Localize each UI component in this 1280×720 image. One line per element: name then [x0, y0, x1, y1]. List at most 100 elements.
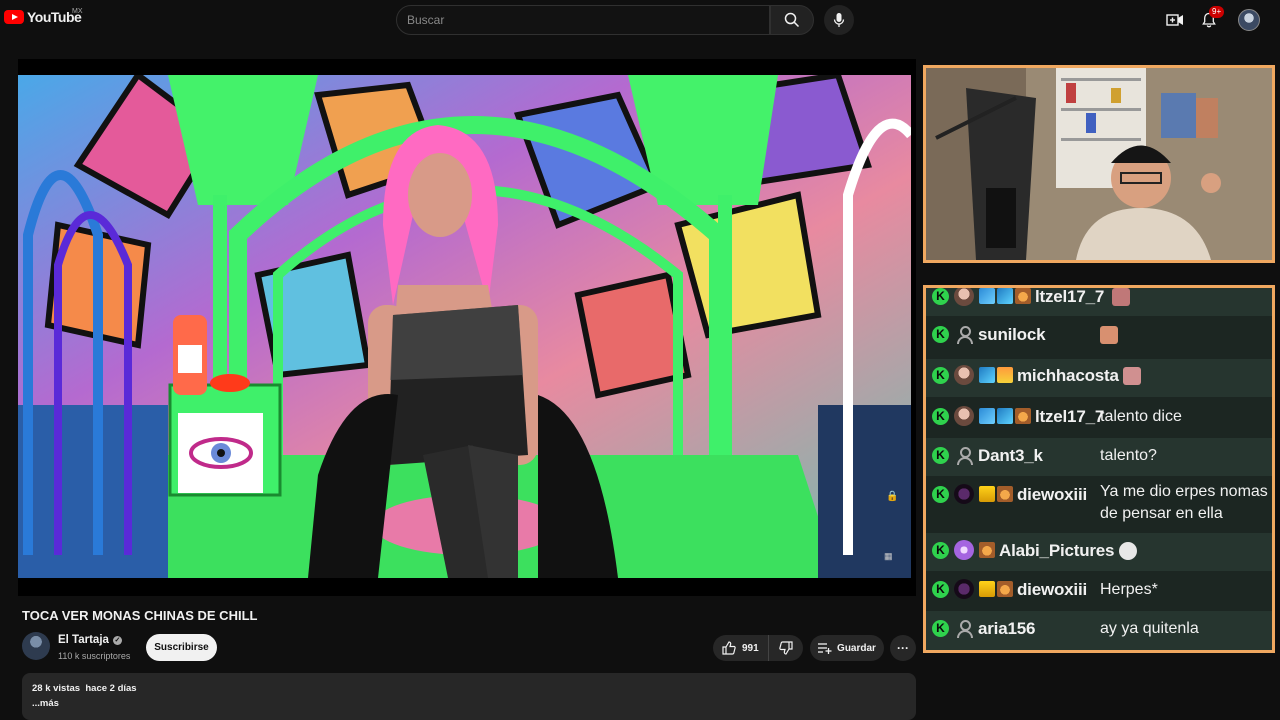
user-avatar: [954, 406, 974, 426]
crown-badge-icon: [979, 581, 995, 597]
chat-message: K diewoxiii Herpes*: [926, 572, 1272, 610]
account-button[interactable]: [1237, 8, 1261, 32]
video-player[interactable]: 🔒 ▦: [18, 59, 916, 596]
dislike-button[interactable]: [769, 635, 803, 661]
channel-name-row[interactable]: El Tartaja ✓: [58, 634, 122, 646]
search-input[interactable]: [407, 13, 769, 27]
webcam-overlay: [923, 65, 1275, 263]
kick-badge-icon: K: [932, 326, 949, 343]
bear-badge-icon: [1015, 288, 1031, 304]
chat-message: K Dant3_k talento?: [926, 438, 1272, 476]
user-avatar: [1238, 9, 1260, 31]
chat-message: K diewoxiii Ya me dio erpes nomas de pen…: [926, 477, 1272, 531]
user-badges: [979, 542, 995, 558]
bear-badge-icon: [1015, 408, 1031, 424]
notifications-button[interactable]: 9+: [1197, 6, 1225, 32]
chat-message: K aria156 ay ya quitenla: [926, 611, 1272, 650]
hand-emote-icon: [1100, 326, 1118, 344]
bg-badge-icon: [997, 288, 1013, 304]
youtube-play-icon: [4, 10, 24, 24]
kick-badge-icon: K: [932, 447, 949, 464]
save-label: Guardar: [837, 642, 876, 654]
chat-username[interactable]: diewoxiii: [1017, 484, 1087, 506]
create-button[interactable]: [1163, 8, 1187, 32]
chat-text: talento?: [1100, 447, 1157, 464]
more-dots-icon: ···: [897, 641, 909, 655]
chat-message: K ltzel17_7 talento dice: [926, 399, 1272, 437]
face-emote-icon: [1122, 367, 1141, 385]
voice-search-button[interactable]: [824, 5, 854, 35]
bear-badge-icon: [979, 542, 995, 558]
chat-username[interactable]: sunilock: [978, 324, 1046, 346]
skull-emote-icon: [1119, 542, 1138, 560]
chat-text: talento dice: [1100, 408, 1182, 425]
more-actions-button[interactable]: ···: [890, 635, 916, 661]
gift-badge-icon: [997, 367, 1013, 383]
subscribe-button[interactable]: Suscribirse: [146, 634, 217, 661]
microphone-icon: [833, 13, 845, 27]
chat-username[interactable]: ltzel17_7: [1035, 288, 1104, 308]
chat-username[interactable]: Alabi_Pictures: [999, 540, 1115, 562]
lock-icon: 🔒: [886, 491, 899, 502]
upload-date: hace 2 días: [85, 683, 137, 694]
create-video-icon: [1166, 14, 1183, 26]
user-badges: [979, 408, 1031, 424]
chat-username[interactable]: michhacosta: [1017, 365, 1119, 387]
live-chat-overlay: K ltzel17_7 K sunilock K michhacosta K l…: [923, 285, 1275, 653]
channel-avatar[interactable]: [22, 632, 50, 660]
chat-username[interactable]: ltzel17_7: [1035, 406, 1104, 428]
kick-badge-icon: K: [932, 288, 949, 305]
subscriber-count: 110 k suscriptores: [58, 651, 131, 661]
chat-text: Herpes*: [1100, 581, 1158, 598]
crown-badge-icon: [979, 486, 995, 502]
kick-badge-icon: K: [932, 620, 949, 637]
bg-badge-icon: [997, 408, 1013, 424]
user-avatar: [954, 540, 974, 560]
youtube-logo[interactable]: YouTube MX: [4, 8, 83, 25]
chat-message: K ltzel17_7: [926, 288, 1272, 316]
kick-badge-icon: K: [932, 408, 949, 425]
show-more-link[interactable]: ...más: [32, 698, 906, 709]
chat-text: ay ya quitenla: [1100, 620, 1199, 637]
sword-badge-icon: [979, 408, 995, 424]
default-avatar-icon: [954, 324, 974, 344]
user-badges: [979, 581, 1013, 597]
chat-message: K Alabi_Pictures: [926, 533, 1272, 571]
chat-text: Ya me dio erpes nomas de pensar en ella: [1100, 483, 1268, 522]
user-avatar: [954, 579, 974, 599]
kick-badge-icon: K: [932, 542, 949, 559]
verified-icon: ✓: [112, 635, 122, 645]
region-label: MX: [72, 8, 83, 15]
default-avatar-icon: [954, 445, 974, 465]
default-avatar-icon: [954, 618, 974, 638]
webcam-image: [926, 68, 1272, 260]
search-box[interactable]: [396, 5, 770, 35]
kick-badge-icon: K: [932, 581, 949, 598]
thumbs-down-icon: [779, 641, 793, 655]
save-button[interactable]: Guardar: [810, 635, 884, 661]
sword-badge-icon: [979, 288, 995, 304]
like-button[interactable]: 991: [713, 635, 769, 661]
channel-name[interactable]: El Tartaja: [58, 634, 109, 646]
user-badges: [979, 486, 1013, 502]
user-avatar: [954, 365, 974, 385]
chat-username[interactable]: Dant3_k: [978, 445, 1043, 467]
search-button[interactable]: [770, 5, 814, 35]
view-count: 28 k vistas: [32, 683, 81, 694]
video-title: TOCA VER MONAS CHINAS DE CHILL: [22, 608, 258, 623]
description-box[interactable]: 28 k vistas hace 2 días ...más: [22, 673, 916, 720]
chat-username[interactable]: aria156: [978, 618, 1035, 640]
user-avatar: [954, 288, 974, 306]
chat-message: K sunilock: [926, 324, 1272, 356]
face-emote-icon: [1112, 288, 1131, 306]
chat-username[interactable]: diewoxiii: [1017, 579, 1087, 601]
top-bar: YouTube MX 9+: [0, 0, 1280, 40]
description-meta: 28 k vistas hace 2 días: [32, 683, 906, 694]
video-frame[interactable]: [18, 75, 911, 578]
like-count: 991: [742, 642, 759, 654]
bg-badge-icon: [979, 367, 995, 383]
kick-badge-icon: K: [932, 486, 949, 503]
playlist-add-icon: [818, 643, 832, 654]
bear-badge-icon: [997, 581, 1013, 597]
bear-badge-icon: [997, 486, 1013, 502]
